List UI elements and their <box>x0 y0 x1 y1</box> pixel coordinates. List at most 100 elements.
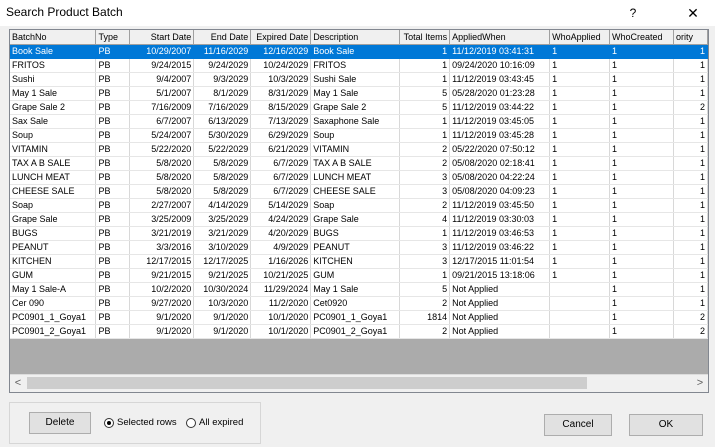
column-header[interactable]: Start Date <box>129 30 195 45</box>
table-cell: 1 <box>549 114 611 129</box>
help-button[interactable]: ? <box>618 0 648 26</box>
table-cell: 1 <box>609 58 674 73</box>
horizontal-scrollbar[interactable]: < > <box>10 374 708 392</box>
radio-all-icon[interactable] <box>186 417 196 428</box>
table-cell: 12/17/2025 <box>193 254 252 269</box>
table-cell: 5/24/2007 <box>129 128 195 143</box>
column-header[interactable]: Total Items <box>399 30 451 45</box>
table-cell: 7/16/2029 <box>193 100 252 115</box>
table-cell: 05/08/2020 04:09:23 <box>449 184 551 199</box>
table-cell: 11/12/2019 03:45:50 <box>449 198 551 213</box>
cancel-button[interactable]: Cancel <box>544 414 612 436</box>
table-cell: 1 <box>673 114 708 129</box>
table-cell: 3/25/2029 <box>193 212 252 227</box>
table-cell: 5/14/2029 <box>250 198 312 213</box>
table-row[interactable]: Book Sale PB 10/29/2007 11/16/2029 12/16/202… <box>10 44 708 59</box>
column-header[interactable]: Description <box>310 30 401 45</box>
radio-all-expired[interactable]: All expired <box>186 417 243 428</box>
column-header[interactable]: ority <box>673 30 708 45</box>
table-row[interactable]: BUGS PB 3/21/2019 3/21/2029 4/20/2029 BUGS 1 11… <box>10 226 708 241</box>
column-header[interactable]: Expired Date <box>250 30 312 45</box>
close-button[interactable]: ✕ <box>674 0 712 26</box>
table-cell: 9/1/2020 <box>193 310 252 325</box>
table-row[interactable]: May 1 Sale PB 5/1/2007 8/1/2029 8/31/2029 May… <box>10 86 708 101</box>
table-cell: 1 <box>549 226 611 241</box>
table-cell: 05/08/2020 04:22:24 <box>449 170 551 185</box>
table-row[interactable]: May 1 Sale-A PB 10/2/2020 10/30/2024 11/29/2… <box>10 282 708 297</box>
scroll-right-icon[interactable]: > <box>692 375 708 392</box>
table-row[interactable]: TAX A B SALE PB 5/8/2020 5/8/2029 6/7/2029 TA… <box>10 156 708 171</box>
table-cell: TAX A B SALE <box>310 156 401 171</box>
table-row[interactable]: PC0901_2_Goya1 PB 9/1/2020 9/1/2020 10/1/202… <box>10 324 708 339</box>
table-cell: TAX A B SALE <box>10 156 97 171</box>
column-header[interactable]: End Date <box>193 30 252 45</box>
table-row[interactable]: Grape Sale PB 3/25/2009 3/25/2029 4/24/2029 G… <box>10 212 708 227</box>
column-header[interactable]: Type <box>95 30 131 45</box>
table-cell: 11/12/2019 03:46:22 <box>449 240 551 255</box>
batch-grid[interactable]: BatchNo Type Start Date End Date Expired Dat… <box>9 29 709 393</box>
table-cell: 1 <box>549 128 611 143</box>
table-cell: 1 <box>673 86 708 101</box>
table-cell: 1 <box>399 268 451 283</box>
table-cell: 1 <box>609 296 674 311</box>
table-cell: PB <box>95 240 131 255</box>
table-row[interactable]: Grape Sale 2 PB 7/16/2009 7/16/2029 8/15/202… <box>10 100 708 115</box>
table-cell: 1 <box>609 226 674 241</box>
table-row[interactable]: KITCHEN PB 12/17/2015 12/17/2025 1/16/2026 KI… <box>10 254 708 269</box>
table-cell: 05/28/2020 01:23:28 <box>449 86 551 101</box>
table-cell: 1 <box>549 86 611 101</box>
table-cell: Grape Sale <box>310 212 401 227</box>
table-cell: 8/1/2029 <box>193 86 252 101</box>
column-header[interactable]: AppliedWhen <box>449 30 551 45</box>
scroll-thumb[interactable] <box>27 377 587 389</box>
table-row[interactable]: FRITOS PB 9/24/2015 9/24/2029 10/24/2029 FRIT… <box>10 58 708 73</box>
table-cell: 1 <box>609 282 674 297</box>
table-cell: 2 <box>673 310 708 325</box>
table-cell: 10/1/2020 <box>250 324 312 339</box>
column-header[interactable]: WhoCreated <box>609 30 674 45</box>
table-row[interactable]: PEANUT PB 3/3/2016 3/10/2029 4/9/2029 PEANUT 3… <box>10 240 708 255</box>
table-row[interactable]: Sushi PB 9/4/2007 9/3/2029 10/3/2029 Sushi Sa… <box>10 72 708 87</box>
table-cell: 10/3/2029 <box>250 72 312 87</box>
table-cell: 2/27/2007 <box>129 198 195 213</box>
ok-button[interactable]: OK <box>629 414 703 436</box>
table-row[interactable]: GUM PB 9/21/2015 9/21/2025 10/21/2025 GUM 1 09/… <box>10 268 708 283</box>
table-cell: PB <box>95 296 131 311</box>
table-cell: 3/10/2029 <box>193 240 252 255</box>
table-cell: 1 <box>673 254 708 269</box>
table-cell: 10/3/2020 <box>193 296 252 311</box>
table-cell: 1814 <box>399 310 451 325</box>
table-row[interactable]: Cer 090 PB 9/27/2020 10/3/2020 11/2/2020 Cet0… <box>10 296 708 311</box>
table-cell: 1 <box>609 254 674 269</box>
table-cell: 1 <box>609 268 674 283</box>
table-row[interactable]: LUNCH MEAT PB 5/8/2020 5/8/2029 6/7/2029 LUNC… <box>10 170 708 185</box>
table-row[interactable]: VITAMIN PB 5/22/2020 5/22/2029 6/21/2029 VITA… <box>10 142 708 157</box>
table-cell: 1 <box>673 296 708 311</box>
table-cell: 9/24/2029 <box>193 58 252 73</box>
table-cell: 11/12/2019 03:45:05 <box>449 114 551 129</box>
table-cell: 2 <box>399 142 451 157</box>
grid-viewport: BatchNo Type Start Date End Date Expired Dat… <box>10 30 708 375</box>
table-row[interactable]: PC0901_1_Goya1 PB 9/1/2020 9/1/2020 10/1/202… <box>10 310 708 325</box>
table-row[interactable]: CHEESE SALE PB 5/8/2020 5/8/2029 6/7/2029 CHE… <box>10 184 708 199</box>
table-cell: 9/24/2015 <box>129 58 195 73</box>
table-cell: Soap <box>10 198 97 213</box>
table-row[interactable]: Soup PB 5/24/2007 5/30/2029 6/29/2029 Soup 1 11… <box>10 128 708 143</box>
table-cell: 4 <box>399 212 451 227</box>
scroll-left-icon[interactable]: < <box>10 375 26 392</box>
table-cell: 1 <box>609 184 674 199</box>
table-cell: May 1 Sale <box>10 86 97 101</box>
table-row[interactable]: Sax Sale PB 6/7/2007 6/13/2029 7/13/2029 Saxa… <box>10 114 708 129</box>
radio-selected-icon[interactable] <box>104 417 114 428</box>
table-cell: 2 <box>399 296 451 311</box>
delete-button[interactable]: Delete <box>29 412 91 434</box>
table-cell: 1 <box>673 142 708 157</box>
table-cell: 5/8/2020 <box>129 184 195 199</box>
table-cell: LUNCH MEAT <box>10 170 97 185</box>
table-row[interactable]: Soap PB 2/27/2007 4/14/2029 5/14/2029 Soap 2 11… <box>10 198 708 213</box>
table-cell: PB <box>95 282 131 297</box>
radio-selected-rows[interactable]: Selected rows <box>104 417 177 428</box>
table-cell: 1 <box>399 58 451 73</box>
column-header[interactable]: WhoApplied <box>549 30 611 45</box>
column-header[interactable]: BatchNo <box>10 30 97 45</box>
